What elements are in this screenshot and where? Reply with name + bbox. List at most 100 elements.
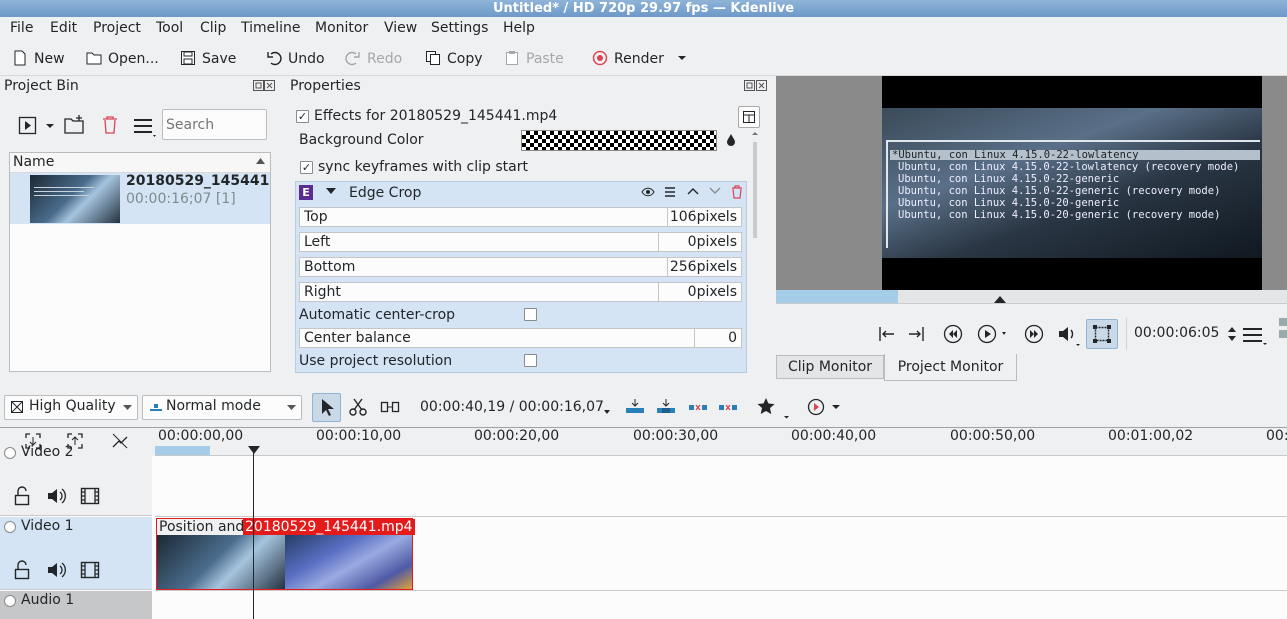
menu-settings[interactable]: Settings (431, 20, 488, 36)
razor-tool-icon[interactable] (349, 398, 367, 416)
new-button[interactable]: New (12, 49, 65, 69)
timecode-spin-icon[interactable] (1227, 324, 1237, 344)
save-button[interactable]: Save (180, 49, 236, 69)
menu-tool[interactable]: Tool (156, 20, 183, 36)
param-bottom-value[interactable]: 256pixels (670, 258, 737, 276)
audio-mute-icon[interactable] (46, 560, 66, 580)
video-hide-icon[interactable] (80, 560, 100, 580)
video-frame[interactable]: *Ubuntu, con Linux 4.15.0-22-lowlatency … (882, 76, 1262, 290)
color-picker-icon[interactable] (725, 133, 737, 147)
effect-menu-icon[interactable] (664, 186, 676, 198)
move-up-icon[interactable] (687, 187, 699, 195)
move-down-icon[interactable] (709, 187, 721, 195)
monitor-menu-icon[interactable] (1242, 326, 1270, 346)
track-header-video-1[interactable]: Video 1 (0, 517, 152, 590)
tab-clip-monitor[interactable]: Clip Monitor (776, 355, 884, 379)
timeline-preview-icon[interactable] (807, 398, 841, 416)
menu-monitor[interactable]: Monitor (315, 20, 368, 36)
set-zone-out-icon[interactable] (907, 324, 927, 344)
lock-icon[interactable] (13, 486, 31, 506)
track-target-icon[interactable] (4, 447, 16, 459)
lift-icon[interactable] (718, 400, 738, 414)
grub-line: Ubuntu, con Linux 4.15.0-22-lowlatency (… (898, 161, 1240, 173)
render-menu-arrow-icon[interactable] (676, 48, 688, 68)
forward-icon[interactable] (1024, 324, 1044, 344)
menu-file[interactable]: File (10, 20, 33, 36)
edit-mode-select[interactable]: Normal mode (142, 395, 302, 420)
ruler-tick-label: 00:00:50,00 (950, 428, 1036, 444)
search-input[interactable] (162, 109, 267, 140)
open-button[interactable]: Open... (86, 49, 159, 69)
quality-select[interactable]: High Quality (4, 395, 138, 420)
redo-button[interactable]: Redo (345, 49, 402, 69)
menu-clip[interactable]: Clip (200, 20, 226, 36)
menu-project[interactable]: Project (93, 20, 141, 36)
param-right-value[interactable]: 0pixels (688, 283, 737, 301)
track-name: Video 2 (21, 444, 74, 460)
render-button[interactable]: Render (592, 49, 664, 69)
param-left-value[interactable]: 0pixels (688, 233, 737, 251)
eye-icon[interactable] (641, 186, 655, 198)
sync-keyframes-checkbox[interactable]: ✓ (300, 160, 313, 174)
spacer-tool-icon[interactable] (380, 399, 400, 415)
insert-icon[interactable] (625, 398, 645, 416)
bin-clip-item[interactable]: 20180529_145441 00:00:16;07 [1] (10, 173, 270, 224)
ruler-tick-label: 00:00:20,00 (474, 428, 560, 444)
volume-icon[interactable] (1057, 324, 1083, 348)
playhead-line[interactable] (253, 452, 254, 619)
selection-tool-icon[interactable] (312, 393, 341, 422)
audio-mute-icon[interactable] (46, 486, 66, 506)
use-project-resolution-checkbox[interactable] (524, 354, 537, 367)
monitor-ruler[interactable] (776, 290, 1287, 304)
track-target-icon[interactable] (4, 595, 16, 607)
effects-enabled-checkbox[interactable]: ✓ (296, 109, 309, 123)
menu-help[interactable]: Help (503, 20, 535, 36)
track-target-icon[interactable] (4, 521, 16, 533)
clip-thumbnail (30, 175, 120, 223)
use-project-resolution-label: Use project resolution (299, 353, 453, 369)
track-header-video-2[interactable]: Video 2 (0, 444, 152, 516)
menu-timeline[interactable]: Timeline (241, 20, 301, 36)
param-center-balance[interactable]: Center balance 0 (299, 328, 742, 348)
effect-name: Edge Crop (349, 185, 422, 201)
timeline-clip[interactable]: Position and 20180529_145441.mp4 (156, 518, 415, 590)
overwrite-icon[interactable] (656, 398, 676, 416)
param-right[interactable]: Right 0pixels (299, 282, 742, 302)
param-top[interactable]: Top 106pixels (299, 207, 742, 227)
delete-effect-icon[interactable] (731, 185, 743, 199)
background-color-swatch[interactable] (521, 130, 717, 151)
add-clip-icon[interactable] (18, 116, 58, 136)
lock-icon[interactable] (13, 560, 31, 580)
collapse-effect-icon[interactable] (326, 187, 336, 195)
menu-edit[interactable]: Edit (50, 20, 77, 36)
extract-icon[interactable] (688, 400, 708, 414)
param-top-value[interactable]: 106pixels (670, 208, 737, 226)
play-icon[interactable] (977, 324, 1011, 344)
center-balance-value[interactable]: 0 (728, 329, 737, 347)
playhead-icon[interactable] (248, 446, 260, 454)
tab-project-monitor[interactable]: Project Monitor (884, 354, 1017, 381)
properties-scrollbar[interactable] (750, 130, 760, 240)
param-left[interactable]: Left 0pixels (299, 232, 742, 252)
add-folder-icon[interactable] (64, 115, 86, 135)
favorite-effects-icon[interactable] (757, 397, 791, 419)
monitor-timecode[interactable]: 00:00:06:05 (1134, 325, 1219, 341)
set-zone-in-icon[interactable] (876, 324, 896, 344)
video-hide-icon[interactable] (80, 486, 100, 506)
name-column-header[interactable]: Name (10, 153, 270, 173)
undo-button[interactable]: Undo (266, 49, 325, 69)
audio-thumbnails-icon[interactable] (112, 433, 128, 449)
edit-mode-icon[interactable] (1086, 319, 1118, 349)
bin-menu-icon[interactable] (133, 116, 157, 138)
rewind-icon[interactable] (943, 324, 963, 344)
auto-center-crop-checkbox[interactable] (524, 308, 537, 321)
float-panel-icon[interactable] (253, 80, 275, 92)
compare-effect-icon[interactable] (738, 106, 760, 128)
paste-button[interactable]: Paste (504, 49, 564, 69)
delete-icon[interactable] (100, 115, 120, 135)
copy-button[interactable]: Copy (425, 49, 483, 69)
menu-view[interactable]: View (384, 20, 417, 36)
track-header-audio-1[interactable]: Audio 1 (0, 591, 152, 619)
float-properties-icon[interactable] (744, 80, 770, 92)
param-bottom[interactable]: Bottom 256pixels (299, 257, 742, 277)
